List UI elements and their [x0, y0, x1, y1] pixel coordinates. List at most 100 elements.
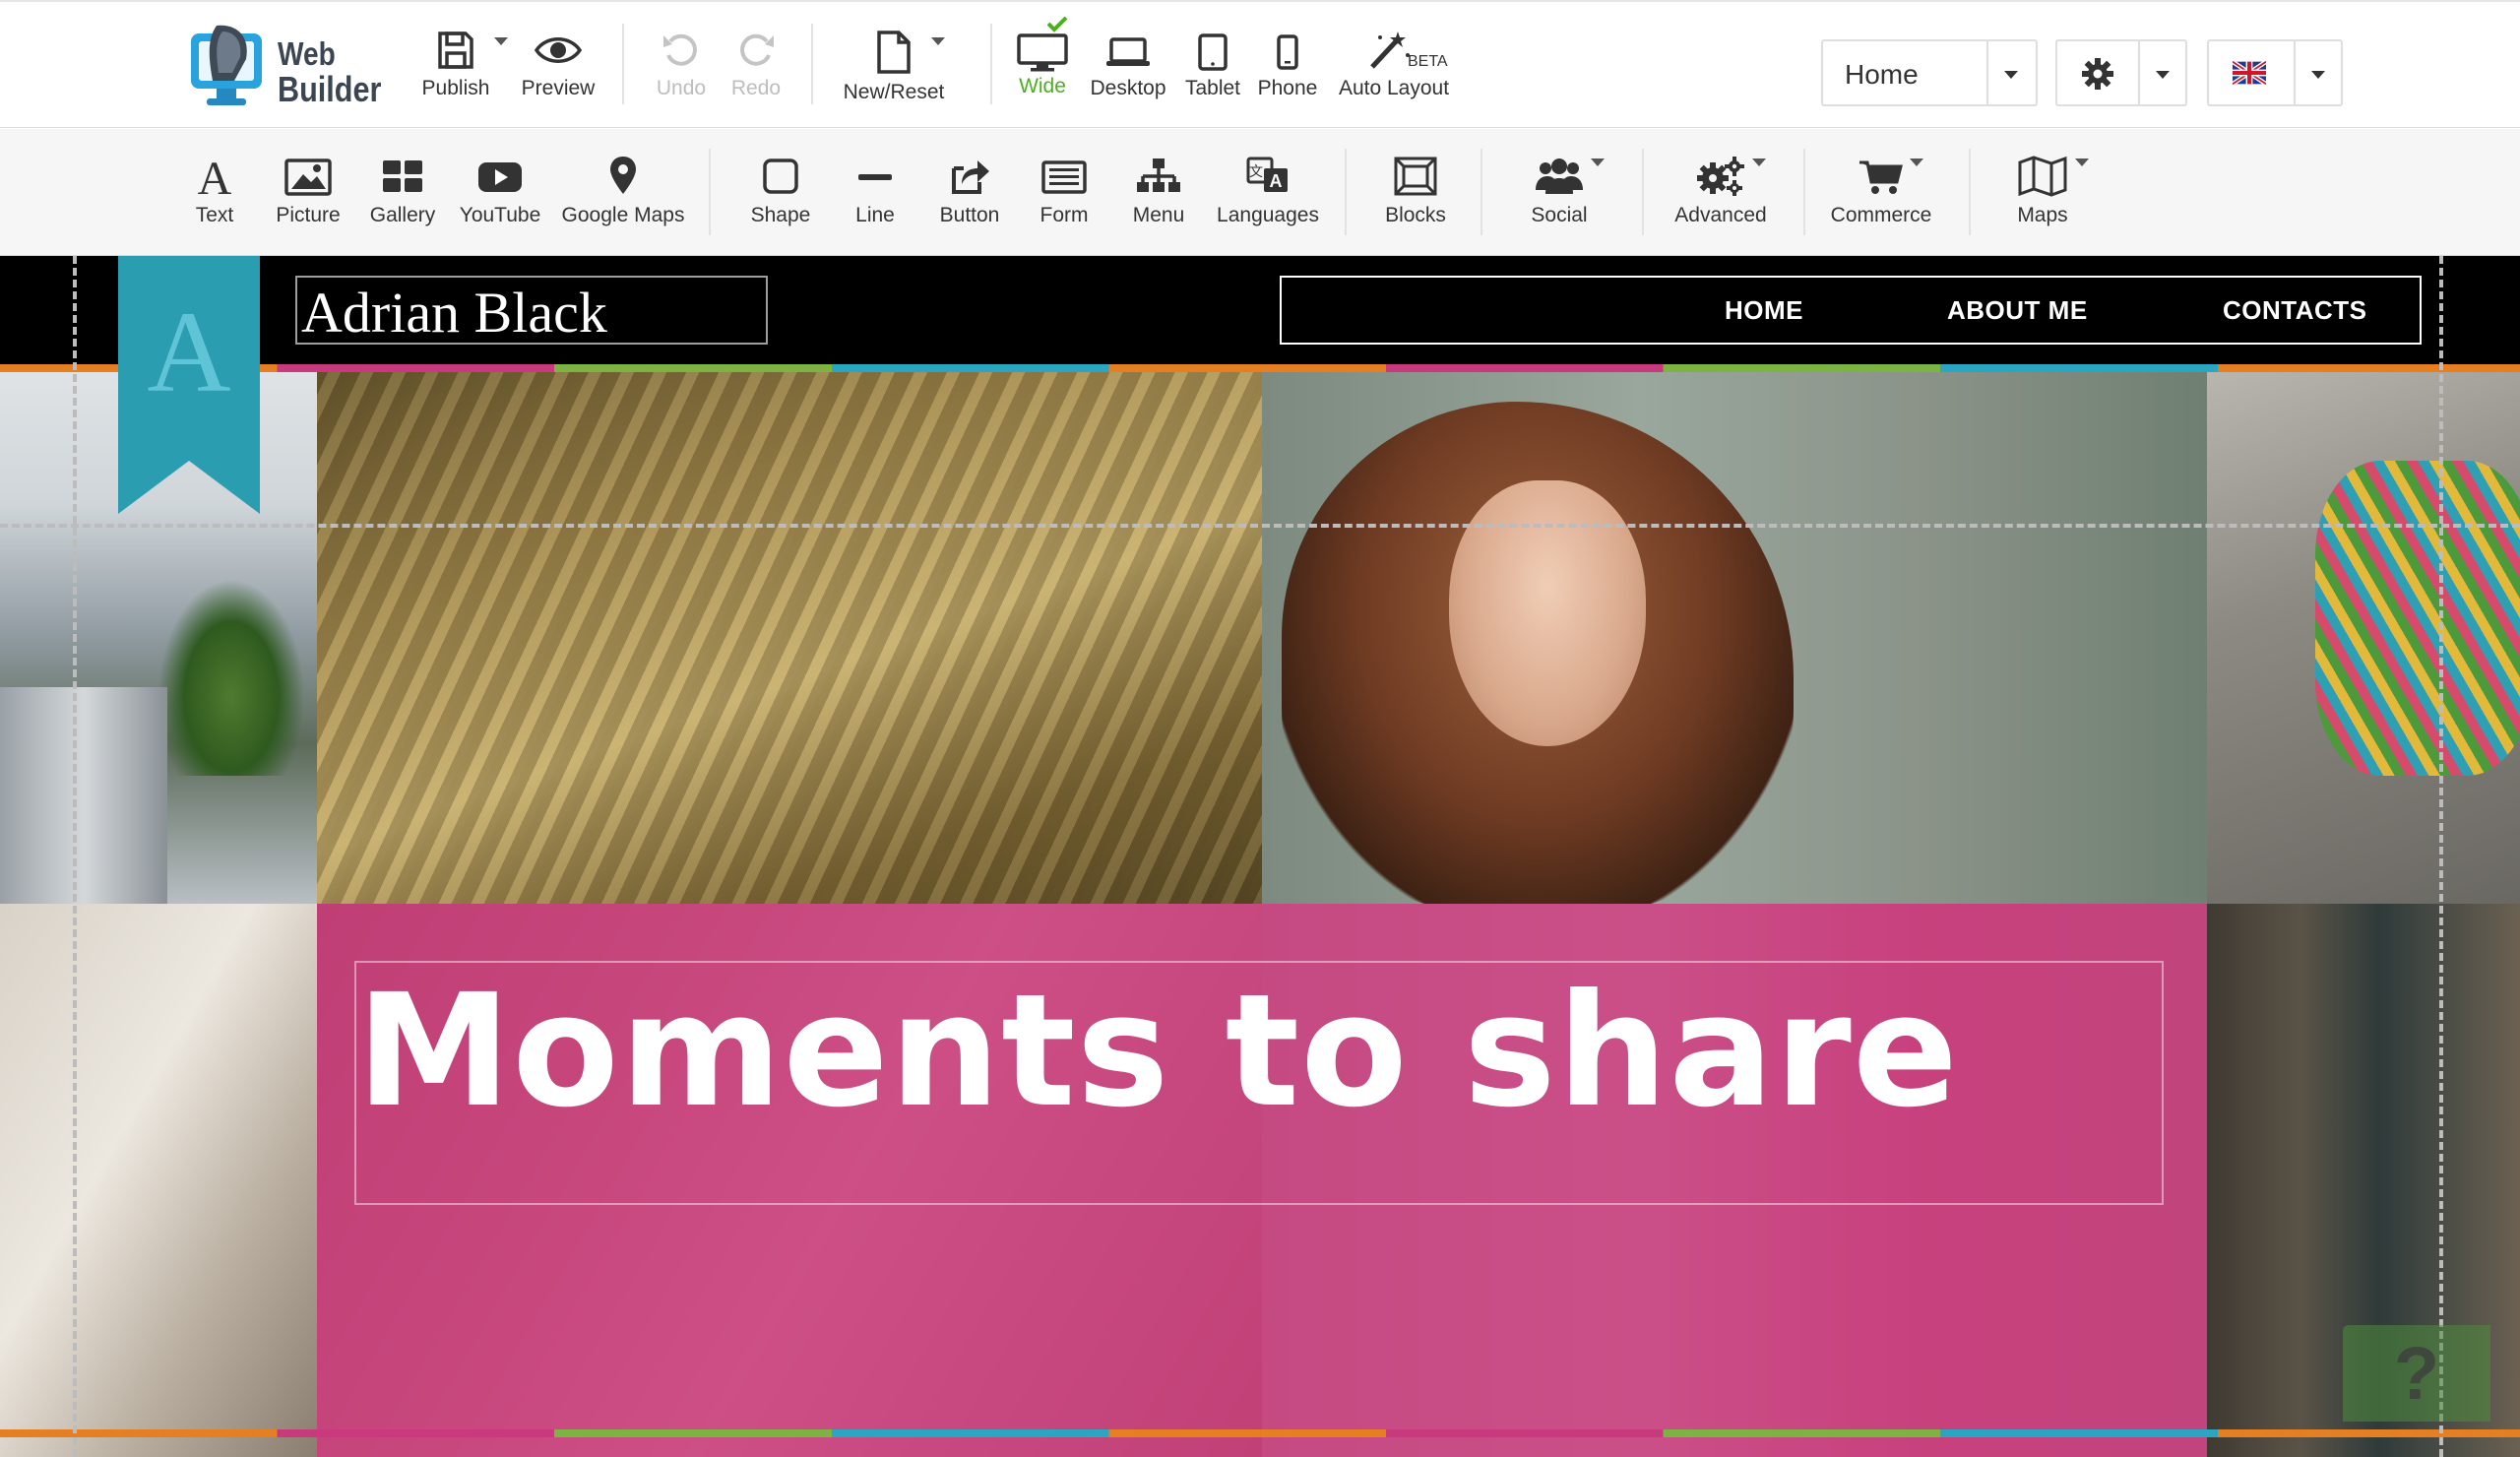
face-shape — [1449, 480, 1646, 746]
phone-view-button[interactable]: Phone — [1248, 33, 1327, 100]
insert-commerce-label: Commerce — [1830, 204, 1932, 226]
undo-button[interactable]: Undo — [642, 30, 721, 100]
insert-picture-button[interactable]: Picture — [264, 155, 352, 227]
insert-button-button[interactable]: Button — [925, 155, 1014, 227]
tablet-icon — [1198, 33, 1228, 71]
insert-youtube-button[interactable]: YouTube — [453, 155, 547, 227]
insert-maps-label: Maps — [2017, 204, 2068, 226]
help-button[interactable]: ? — [2343, 1325, 2490, 1422]
main-toolbar: Web Builder Publish Preview Undo Redo Ne… — [0, 0, 2520, 128]
wide-monitor-icon — [1017, 16, 1068, 72]
insert-form-button[interactable]: Form — [1020, 155, 1108, 227]
social-dropdown-caret[interactable] — [1591, 158, 1605, 166]
auto-layout-label: Auto Layout — [1338, 77, 1450, 99]
redo-label: Redo — [730, 77, 782, 99]
photo-magazine[interactable] — [0, 904, 317, 1457]
desktop-view-button[interactable]: Desktop — [1083, 33, 1173, 100]
insert-blocks-button[interactable]: Blocks — [1368, 155, 1463, 227]
editor-canvas[interactable]: Moments to share Adrian Black HOME ABOUT… — [0, 256, 2520, 1457]
insert-line-button[interactable]: Line — [831, 155, 919, 227]
maps-dropdown-caret[interactable] — [2075, 158, 2089, 166]
site-title-box[interactable]: Adrian Black — [295, 276, 768, 345]
new-reset-label: New/Reset — [843, 81, 945, 103]
shopping-cart-icon — [1859, 160, 1903, 194]
insert-gallery-button[interactable]: Gallery — [358, 155, 447, 227]
ribbon-letter: A — [147, 287, 231, 416]
page-select-divider — [1986, 41, 1988, 104]
new-reset-dropdown-caret[interactable] — [931, 37, 945, 45]
picture-icon — [284, 158, 332, 196]
language-divider — [2294, 41, 2296, 104]
photo-knitted-gloves[interactable] — [2207, 372, 2520, 904]
header-color-stripe — [0, 364, 2520, 372]
phone-label: Phone — [1257, 77, 1318, 99]
users-icon — [1536, 158, 1583, 194]
plant-shape — [158, 579, 305, 776]
wide-view-button[interactable]: Wide — [1002, 16, 1083, 98]
site-title[interactable]: Adrian Black — [301, 280, 607, 346]
page-select[interactable]: Home — [1821, 39, 2038, 106]
insert-shape-label: Shape — [750, 204, 811, 226]
chevron-down-icon — [2156, 71, 2170, 79]
beta-badge: BETA — [1408, 53, 1448, 70]
headline-text-frame[interactable]: Moments to share — [354, 961, 2164, 1205]
settings-divider — [2138, 41, 2140, 104]
photo-wheat-field[interactable] — [317, 372, 1262, 904]
insert-menu-button[interactable]: Menu — [1114, 155, 1203, 227]
language-dropdown[interactable] — [2207, 39, 2343, 106]
site-header[interactable]: Adrian Black HOME ABOUT ME CONTACTS — [0, 256, 2520, 364]
site-nav-menu[interactable]: HOME ABOUT ME CONTACTS — [1280, 276, 2422, 345]
help-question-icon: ? — [2393, 1332, 2440, 1416]
insert-advanced-label: Advanced — [1674, 204, 1767, 226]
settings-dropdown[interactable] — [2055, 39, 2187, 106]
text-icon: A — [198, 155, 232, 198]
logo-text-line2: Builder — [278, 69, 382, 109]
ribbon-bookmark[interactable]: A — [118, 256, 260, 514]
advanced-dropdown-caret[interactable] — [1752, 158, 1766, 166]
translate-icon: A 文 — [1246, 157, 1288, 192]
photo-woman-portrait[interactable] — [1262, 372, 2207, 904]
preview-button[interactable]: Preview — [510, 30, 606, 100]
shape-icon — [763, 158, 798, 194]
nav-home-link[interactable]: HOME — [1725, 295, 1803, 326]
youtube-icon — [478, 162, 522, 192]
layout-guide-left — [73, 256, 77, 1457]
logo-text-line1: Web — [278, 35, 336, 72]
svg-text:A: A — [198, 155, 232, 198]
svg-text:A: A — [1270, 171, 1283, 191]
auto-layout-button[interactable]: BETA Auto Layout — [1331, 30, 1457, 100]
tablet-view-button[interactable]: Tablet — [1173, 33, 1252, 100]
insert-toolbar: A Text Picture Gallery YouTube Google Ma… — [0, 129, 2520, 256]
insert-text-label: Text — [195, 204, 234, 226]
uk-flag-icon — [2233, 61, 2266, 85]
wheat-texture — [317, 372, 1262, 904]
redo-button[interactable]: Redo — [717, 30, 795, 100]
insert-text-button[interactable]: A Text — [175, 155, 254, 227]
publish-label: Publish — [421, 77, 490, 99]
toolbar-separator — [1803, 149, 1805, 235]
gallery-icon — [383, 160, 422, 192]
insert-line-label: Line — [855, 204, 895, 226]
nav-about-me-link[interactable]: ABOUT ME — [1947, 295, 2088, 326]
insert-menu-label: Menu — [1132, 204, 1185, 226]
insert-social-label: Social — [1531, 204, 1588, 226]
toolbar-separator — [811, 24, 813, 104]
eye-icon — [535, 37, 582, 63]
publish-button[interactable]: Publish — [411, 30, 500, 100]
insert-youtube-label: YouTube — [459, 204, 541, 226]
sitemap-icon — [1137, 158, 1180, 192]
folded-map-icon — [2018, 156, 2067, 197]
map-pin-icon — [610, 157, 636, 194]
insert-google-maps-button[interactable]: Google Maps — [553, 155, 693, 227]
form-icon — [1041, 160, 1087, 194]
insert-picture-label: Picture — [276, 204, 341, 226]
toolbar-separator — [1642, 149, 1644, 235]
insert-shape-button[interactable]: Shape — [736, 155, 825, 227]
page-select-value: Home — [1845, 59, 1919, 90]
magic-wand-icon — [1370, 32, 1410, 69]
headline-text[interactable]: Moments to share — [356, 966, 1959, 1138]
publish-dropdown-caret[interactable] — [494, 37, 508, 45]
commerce-dropdown-caret[interactable] — [1910, 158, 1923, 166]
insert-languages-button[interactable]: A 文 Languages — [1209, 155, 1327, 227]
nav-contacts-link[interactable]: CONTACTS — [2223, 295, 2367, 326]
